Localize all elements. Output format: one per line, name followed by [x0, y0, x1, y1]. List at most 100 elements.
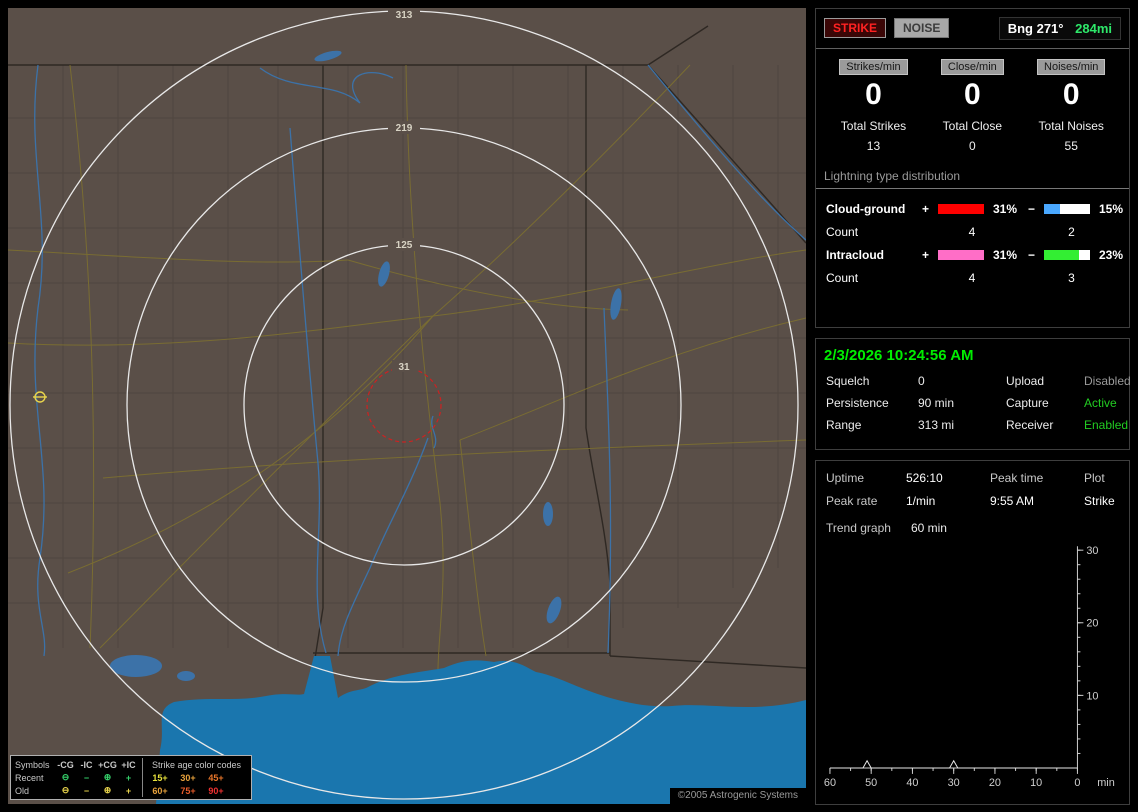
- trend-graph: 10 20 30 60 50 40 30 20 10 0 min: [824, 545, 1115, 789]
- stats-grid: Uptime 526:10 Peak time Plot Peak rate 1…: [824, 467, 1121, 508]
- cloud-ground-label: Cloud-ground: [826, 202, 906, 216]
- age-75: 75+: [180, 785, 196, 796]
- noises-counter: Noises/min 0 Total Noises 55: [1022, 57, 1121, 153]
- legend-col-neg-ic: -IC: [80, 759, 93, 770]
- noises-per-min-label[interactable]: Noises/min: [1037, 59, 1106, 75]
- ic-plus-count: 4: [968, 271, 976, 285]
- mode-controls: STRIKE NOISE Bng 271° 284mi: [824, 15, 1121, 41]
- cg-plus-bar: [938, 204, 984, 214]
- peak-rate-value: 1/min: [906, 494, 936, 508]
- svg-text:60: 60: [824, 777, 836, 789]
- noise-button[interactable]: NOISE: [894, 18, 950, 38]
- age-30: 30+: [180, 772, 196, 783]
- svg-text:20: 20: [989, 777, 1001, 789]
- legend-col-pos-ic: +IC: [121, 759, 136, 770]
- settings-grid: Squelch 0 Upload Disabled Persistence 90…: [824, 370, 1131, 432]
- receiver-status: Enabled: [1084, 418, 1129, 432]
- range-value: 313 mi: [918, 418, 955, 432]
- age-15: 15+: [152, 772, 168, 783]
- legend-divider: [142, 784, 143, 797]
- svg-text:40: 40: [906, 777, 918, 789]
- svg-text:20: 20: [1086, 618, 1098, 630]
- total-noises-value: 55: [1064, 139, 1078, 153]
- receiver-label: Receiver: [1006, 418, 1054, 432]
- recent-pos-cg-icon: ⊕: [103, 772, 112, 782]
- map-area[interactable]: 313 219 125 31 Symbols -CG -IC +CG +IC S…: [8, 8, 806, 804]
- status-box: 2/3/2026 10:24:56 AM Squelch 0 Upload Di…: [815, 338, 1131, 450]
- old-pos-ic-icon: +: [125, 785, 132, 796]
- ring-label-inner: 125: [396, 240, 413, 251]
- close-per-min-label[interactable]: Close/min: [940, 59, 1004, 75]
- range-label: Range: [826, 418, 862, 432]
- peak-rate-label: Peak rate: [826, 494, 878, 508]
- copyright-text: ©2005 Astrogenic Systems: [669, 788, 806, 804]
- old-pos-cg-icon: ⊕: [103, 785, 112, 795]
- cg-minus-count: 2: [1068, 225, 1075, 239]
- trend-box: Uptime 526:10 Peak time Plot Peak rate 1…: [815, 460, 1130, 805]
- datetime-display: 2/3/2026 10:24:56 AM: [824, 347, 974, 364]
- legend-recent-label: Recent: [15, 772, 44, 783]
- legend-divider: [142, 771, 143, 784]
- svg-text:10: 10: [1030, 777, 1042, 789]
- strikes-per-min-label[interactable]: Strikes/min: [839, 59, 908, 75]
- cloud-ground-row: Cloud-ground + 31% − 15%: [824, 197, 1124, 221]
- upload-status: Disabled: [1084, 374, 1131, 388]
- ic-minus-bar: [1044, 250, 1090, 260]
- capture-label: Capture: [1006, 396, 1049, 410]
- svg-text:30: 30: [1086, 545, 1098, 557]
- bearing-display: Bng 271° 284mi: [998, 16, 1121, 40]
- strike-button[interactable]: STRIKE: [824, 18, 887, 38]
- ring-label-outer: 313: [396, 10, 413, 21]
- ic-minus-bar-fill: [1044, 250, 1079, 260]
- close-counter: Close/min 0 Total Close 0: [923, 57, 1022, 153]
- map-legend: Symbols -CG -IC +CG +IC Strike age color…: [10, 755, 252, 800]
- svg-text:30: 30: [948, 777, 960, 789]
- ic-minus-pct: 23%: [1099, 248, 1124, 262]
- bearing-range: 284mi: [1075, 20, 1112, 36]
- legend-old-row: Old ⊖ − ⊕ + 60+ 75+ 90+: [15, 784, 247, 797]
- recent-neg-cg-icon: ⊖: [61, 772, 70, 782]
- distribution-title: Lightning type distribution: [816, 169, 1129, 189]
- age-45: 45+: [208, 772, 224, 783]
- recent-pos-ic-icon: +: [125, 772, 132, 783]
- legend-divider: [142, 758, 143, 771]
- cg-minus-bar-fill: [1044, 204, 1061, 214]
- cg-count-label: Count: [826, 225, 859, 239]
- ic-minus-count: 3: [1068, 271, 1075, 285]
- svg-text:50: 50: [865, 777, 877, 789]
- legend-col-neg-cg: -CG: [57, 759, 74, 770]
- legend-header-row: Symbols -CG -IC +CG +IC Strike age color…: [15, 758, 247, 771]
- legend-age-header: Strike age color codes: [151, 759, 242, 770]
- ring-label-middle: 219: [396, 123, 413, 134]
- total-close-value: 0: [968, 139, 976, 153]
- cg-minus-pct: 15%: [1099, 202, 1124, 216]
- capture-status: Active: [1084, 396, 1117, 410]
- minus-sign: −: [1028, 248, 1036, 262]
- intracloud-row: Intracloud + 31% − 23%: [824, 243, 1124, 267]
- squelch-label: Squelch: [826, 374, 870, 388]
- legend-col-pos-cg: +CG: [98, 759, 117, 770]
- cg-plus-pct: 31%: [993, 202, 1018, 216]
- separator: [816, 48, 1129, 49]
- legend-symbols-header: Symbols: [15, 759, 50, 770]
- peak-time-label: Peak time: [990, 471, 1044, 485]
- old-neg-ic-icon: −: [83, 785, 90, 796]
- uptime-label: Uptime: [826, 471, 865, 485]
- minus-sign: −: [1028, 202, 1036, 216]
- plus-sign: +: [922, 202, 930, 216]
- total-noises-label: Total Noises: [1038, 119, 1104, 133]
- old-neg-cg-icon: ⊖: [61, 785, 70, 795]
- age-60: 60+: [152, 785, 168, 796]
- cloud-ground-count-row: Count 4 2: [824, 221, 1121, 243]
- close-per-min-value: 0: [963, 78, 981, 111]
- legend-recent-row: Recent ⊖ − ⊕ + 15+ 30+ 45+: [15, 771, 247, 784]
- ring-label-close: 31: [398, 362, 410, 373]
- svg-text:10: 10: [1086, 690, 1098, 702]
- trend-window-value: 60 min: [910, 521, 947, 535]
- ic-count-label: Count: [826, 271, 859, 285]
- total-close-label: Total Close: [942, 119, 1003, 133]
- ic-plus-bar-fill: [938, 250, 984, 260]
- noises-per-min-value: 0: [1062, 78, 1080, 111]
- plot-value: Strike: [1084, 494, 1115, 508]
- map-canvas[interactable]: 313 219 125 31: [8, 8, 806, 804]
